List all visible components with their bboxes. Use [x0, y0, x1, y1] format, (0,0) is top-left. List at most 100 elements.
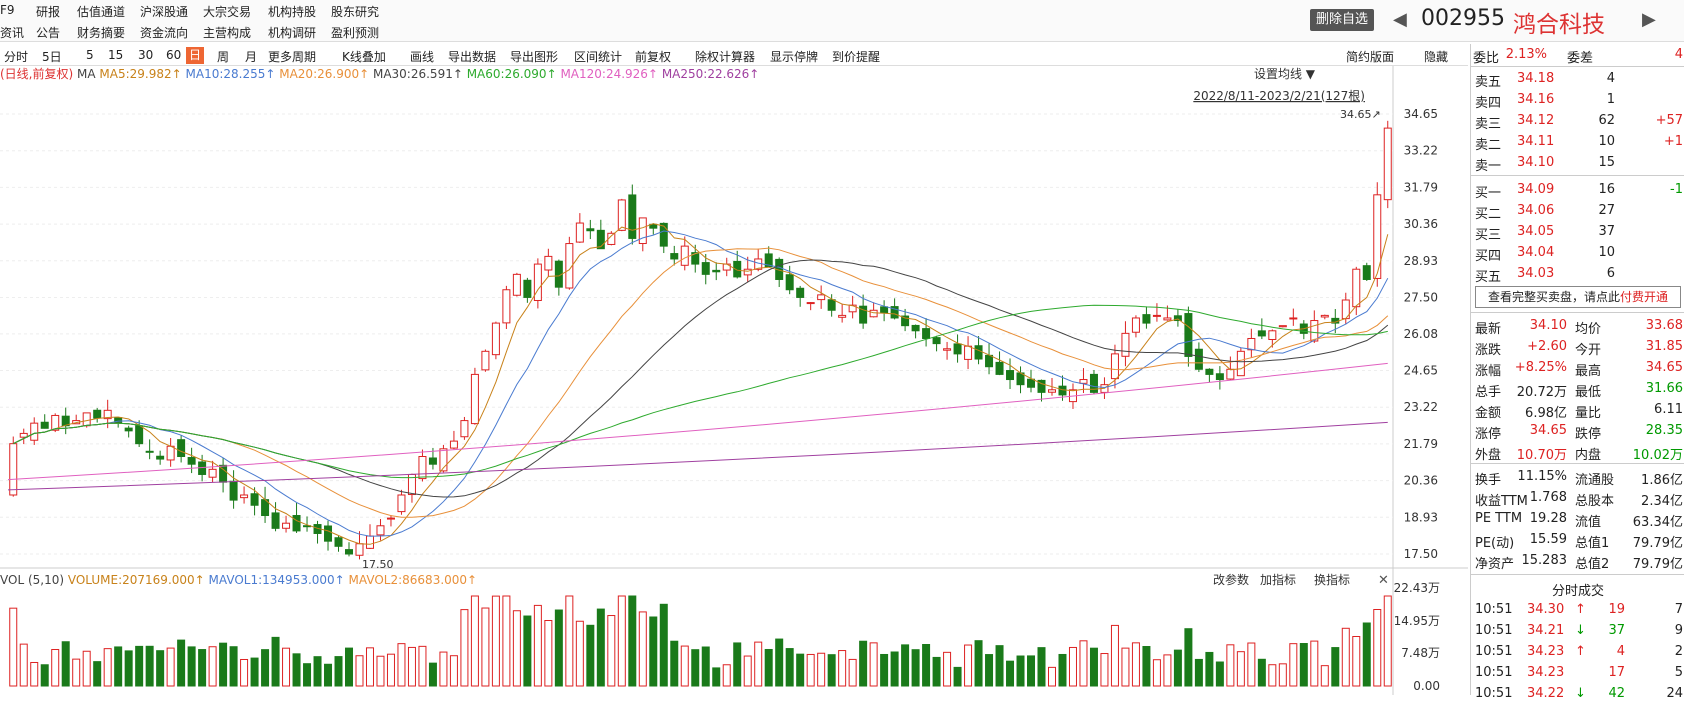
- candle-body: [670, 253, 679, 260]
- candle-body: [523, 279, 532, 298]
- toolbar-item[interactable]: 导出图形: [510, 48, 558, 65]
- nav-link[interactable]: 股东研究: [331, 3, 379, 20]
- candle-body: [1226, 368, 1235, 380]
- volume-bar: [901, 644, 910, 687]
- prev-stock-arrow-icon[interactable]: ◀: [1393, 9, 1407, 30]
- toolbar-item[interactable]: 5日: [42, 48, 62, 65]
- toolbar-item[interactable]: 区间统计: [574, 48, 622, 65]
- candle-body: [953, 343, 962, 355]
- quote-row: 金额 6.98亿 量比 6.11: [1471, 399, 1684, 421]
- volume-bar: [544, 620, 553, 687]
- quote-cell: +1: [1663, 134, 1683, 149]
- nav-link[interactable]: 公告: [36, 24, 60, 41]
- quote-row: 10:51 34.23 ↑ 4 2: [1471, 641, 1684, 662]
- quote-cell: 17: [1608, 665, 1625, 680]
- toolbar-item[interactable]: 显示停牌: [770, 48, 818, 65]
- quote-cell: 42: [1608, 686, 1625, 701]
- toolbar-item[interactable]: 除权计算器: [695, 48, 755, 65]
- volume-bar: [1373, 609, 1382, 687]
- next-stock-arrow-icon[interactable]: ▶: [1642, 9, 1656, 30]
- toolbar-item[interactable]: 更多周期: [268, 48, 316, 65]
- ma-setting[interactable]: 设置均线 ▼: [1254, 67, 1316, 81]
- nav-link[interactable]: 大宗交易: [203, 3, 251, 20]
- quote-cell: 24: [1666, 686, 1683, 701]
- quote-cell: 跌停: [1575, 427, 1602, 442]
- nav-link[interactable]: 机构调研: [268, 24, 316, 41]
- toolbar-right-item[interactable]: 隐藏: [1424, 48, 1448, 65]
- quote-cell: 10:51: [1475, 623, 1513, 638]
- candle-body: [796, 287, 805, 298]
- toolbar-item[interactable]: 分时: [4, 48, 28, 65]
- quote-cell: 外盘: [1475, 448, 1502, 463]
- nav-link[interactable]: 资讯: [0, 24, 24, 41]
- full-orderbook-button[interactable]: 查看完整买卖盘，请点此付费开通: [1475, 286, 1681, 308]
- quote-cell: 6.98亿: [1525, 406, 1567, 421]
- toolbar-item[interactable]: 15: [108, 48, 123, 62]
- nav-link[interactable]: 沪深股通: [140, 3, 188, 20]
- toolbar-item[interactable]: 日: [186, 47, 205, 64]
- nav-link[interactable]: F9: [0, 3, 15, 17]
- volume-bar: [1194, 658, 1203, 687]
- quote-row: 涨幅 +8.25% 最高 34.65: [1471, 357, 1684, 379]
- remove-favorite-button[interactable]: 删除自选: [1310, 9, 1375, 31]
- quote-cell: 净资产: [1475, 557, 1515, 572]
- volume-bar: [1058, 653, 1067, 687]
- candle-body: [1184, 313, 1193, 357]
- quote-cell: 换手: [1475, 473, 1502, 488]
- toolbar-item[interactable]: 画线: [410, 48, 434, 65]
- volume-bar: [743, 655, 752, 687]
- quote-cell: PE TTM: [1475, 511, 1523, 526]
- ma-legend-item: MA60:26.090↑: [467, 67, 561, 81]
- toolbar-item[interactable]: 周: [217, 48, 229, 65]
- nav-link[interactable]: 机构持股: [268, 3, 316, 20]
- kline-chart[interactable]: 34.65 33.22 31.79 30.36 28.93 27.50 26.08 24.65…: [0, 66, 1468, 695]
- volume-bar: [995, 645, 1004, 687]
- toolbar-right-item[interactable]: 简约版面: [1346, 48, 1394, 65]
- quote-row: 净资产 15.283 总值2 79.79亿: [1471, 550, 1684, 572]
- quote-cell: 31.66: [1645, 381, 1683, 396]
- toolbar-item[interactable]: 月: [245, 48, 257, 65]
- nav-link[interactable]: 盈利预测: [331, 24, 379, 41]
- volume-bar: [680, 645, 689, 687]
- toolbar-item[interactable]: 5: [86, 48, 94, 62]
- kline-chart-area[interactable]: 34.65 33.22 31.79 30.36 28.93 27.50 26.08 24.65…: [0, 66, 1468, 695]
- y-tick-label: 21.79: [1404, 437, 1438, 451]
- quote-row: 买二 34.06 27: [1471, 200, 1684, 222]
- volume-bars: [9, 595, 1392, 687]
- toolbar-item[interactable]: 60: [166, 48, 181, 62]
- vol-y-tick: 22.43万: [1394, 581, 1440, 595]
- quote-row: 10:51 34.22 ↓ 42 24: [1471, 683, 1684, 704]
- divider: [1471, 463, 1684, 464]
- volume-bar: [1173, 649, 1182, 687]
- candle-body: [1247, 337, 1256, 351]
- quote-cell: 2.34亿: [1641, 494, 1683, 509]
- volume-bar: [303, 663, 312, 687]
- nav-link[interactable]: 主营构成: [203, 24, 251, 41]
- vol-button[interactable]: 加指标: [1260, 572, 1296, 587]
- ma-legend-prefix: (日线,前复权): [0, 66, 77, 81]
- toolbar-item[interactable]: 30: [138, 48, 153, 62]
- quote-cell: 今开: [1575, 343, 1602, 358]
- vol-button[interactable]: 改参数: [1213, 572, 1249, 587]
- volume-bar: [345, 647, 354, 687]
- vol-button[interactable]: 换指标: [1314, 572, 1350, 587]
- y-tick-label: 27.50: [1404, 290, 1438, 304]
- nav-link[interactable]: 估值通道: [77, 3, 125, 20]
- toolbar-item[interactable]: 导出数据: [448, 48, 496, 65]
- toolbar-item[interactable]: 到价提醒: [832, 48, 880, 65]
- candle-body: [1320, 314, 1329, 318]
- candle-body: [135, 425, 144, 445]
- close-icon[interactable]: ✕: [1378, 573, 1389, 588]
- toolbar-item[interactable]: 前复权: [635, 48, 671, 65]
- nav-link[interactable]: 财务摘要: [77, 24, 125, 41]
- vol-y-tick: 0.00: [1413, 679, 1440, 693]
- paid-link[interactable]: 付费开通: [1620, 290, 1668, 304]
- candle-body: [470, 373, 479, 425]
- volume-bar: [848, 658, 857, 687]
- nav-link[interactable]: 资金流向: [140, 24, 188, 41]
- quote-cell: 9: [1674, 623, 1683, 638]
- nav-link[interactable]: 研报: [36, 3, 60, 20]
- toolbar-item[interactable]: K线叠加: [342, 48, 386, 65]
- volume-bar: [292, 653, 301, 687]
- quote-cell: 1.768: [1529, 490, 1567, 505]
